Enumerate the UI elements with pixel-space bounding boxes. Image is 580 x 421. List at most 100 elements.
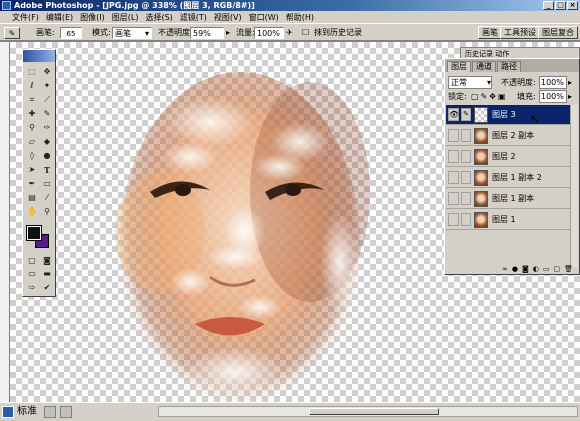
brush-size-value: 65 <box>66 30 76 38</box>
pen-tool-icon[interactable]: ✒ <box>25 178 39 190</box>
mode-select[interactable]: 画笔 ▾ <box>112 27 152 39</box>
brush-tool-icon[interactable]: ✎ <box>40 108 54 120</box>
lasso-tool-icon[interactable]: ℓ <box>25 80 39 92</box>
new-layer-icon[interactable]: ▢ <box>553 264 560 274</box>
dock-tab-layer-comps[interactable]: 图层复合 <box>538 26 578 39</box>
menu-select[interactable]: 选择(S) <box>145 12 172 23</box>
link-icon[interactable]: ∞ <box>502 264 508 274</box>
link-toggle[interactable] <box>461 129 471 142</box>
layer-opacity-input[interactable]: 100% <box>539 76 567 89</box>
notes-tool-icon[interactable]: ▤ <box>25 192 39 204</box>
folder-icon[interactable]: ▭ <box>543 264 550 274</box>
trash-icon[interactable]: 🗑 <box>564 264 573 274</box>
dock-tab-brushes[interactable]: 画笔 <box>478 26 502 39</box>
opacity-arrow-icon[interactable]: ▸ <box>568 76 572 90</box>
menu-help[interactable]: 帮助(H) <box>286 12 314 23</box>
shape-tool-icon[interactable]: ▭ <box>40 178 54 190</box>
layers-footer: ∞ ● ◙ ◐ ▭ ▢ 🗑 <box>445 264 579 274</box>
status-button[interactable] <box>44 406 56 418</box>
path-selection-tool-icon[interactable]: ➤ <box>25 164 39 176</box>
minimize-button[interactable]: _ <box>543 1 554 10</box>
airbrush-icon[interactable]: ✈ <box>286 27 293 39</box>
eyedropper-tool-icon[interactable]: ⁄ <box>40 192 54 204</box>
dodge-tool-icon[interactable]: ● <box>40 150 54 162</box>
screen-mode-icon[interactable]: ▭ <box>25 268 39 280</box>
visibility-toggle[interactable] <box>448 192 459 205</box>
blur-tool-icon[interactable]: ◊ <box>25 150 39 162</box>
adjustment-icon[interactable]: ◐ <box>533 264 539 274</box>
move-tool-icon[interactable]: ✥ <box>40 66 54 78</box>
layer-thumbnail <box>474 128 488 144</box>
menu-image[interactable]: 图像(I) <box>80 12 105 23</box>
layers-scrollbar[interactable] <box>570 105 578 267</box>
menu-view[interactable]: 视图(V) <box>214 12 242 23</box>
maximize-button[interactable]: □ <box>555 1 566 10</box>
history-brush-tool-icon[interactable]: ✎ <box>4 27 20 39</box>
menu-bar: 文件(F) 编辑(E) 图像(I) 图层(L) 选择(S) 滤镜(T) 视图(V… <box>0 11 580 23</box>
menu-filter[interactable]: 滤镜(T) <box>180 12 207 23</box>
standard-mode-icon[interactable]: ▢ <box>25 255 39 267</box>
history-checkbox-label: 抹到历史记录 <box>314 28 362 37</box>
tab-channels[interactable]: 通道 <box>472 61 496 72</box>
layer-row[interactable]: 👁 ✎ 图层 3 <box>446 105 570 125</box>
jump-to-imageready-icon[interactable]: ⇨ <box>25 282 39 294</box>
hand-tool-icon[interactable]: ✋ <box>25 206 39 218</box>
type-tool-icon[interactable]: T <box>40 164 54 176</box>
eye-icon[interactable]: 👁 <box>448 108 459 121</box>
link-toggle[interactable] <box>461 150 471 163</box>
brush-icon[interactable]: ✎ <box>461 108 471 121</box>
brush-picker[interactable]: 65 <box>60 27 82 39</box>
opacity-input[interactable]: 59% <box>190 27 224 39</box>
visibility-toggle[interactable] <box>448 129 459 142</box>
options-bar: ✎ 画笔: 65 模式: 画笔 ▾ 不透明度: 59% ▸ 流量: 100% ✈ … <box>0 23 580 41</box>
menu-layer[interactable]: 图层(L) <box>112 12 139 23</box>
marquee-tool-icon[interactable]: ⬚ <box>25 66 39 78</box>
fx-icon[interactable]: ● <box>512 264 518 274</box>
slice-tool-icon[interactable]: ⟋ <box>40 94 54 106</box>
layer-row[interactable]: 图层 1 <box>446 210 570 230</box>
layer-row[interactable]: 图层 2 副本 <box>446 126 570 146</box>
link-toggle[interactable] <box>461 213 471 226</box>
layer-row[interactable]: 图层 1 副本 2 <box>446 168 570 188</box>
dock-tab-tool-presets[interactable]: 工具预设 <box>500 26 540 39</box>
fill-input[interactable]: 100% <box>539 90 567 103</box>
link-toggle[interactable] <box>461 171 471 184</box>
eraser-tool-icon[interactable]: ▱ <box>25 136 39 148</box>
layer-name: 图层 2 <box>492 152 516 161</box>
lock-icons[interactable]: ▢✎✥▣ <box>471 90 508 104</box>
healing-brush-tool-icon[interactable]: ✚ <box>25 108 39 120</box>
tab-paths[interactable]: 路径 <box>497 61 521 72</box>
mask-icon[interactable]: ◙ <box>522 264 529 274</box>
magic-wand-tool-icon[interactable]: ✦ <box>40 80 54 92</box>
menu-file[interactable]: 文件(F) <box>12 12 39 23</box>
zoom-tool-icon[interactable]: ⚲ <box>40 206 54 218</box>
quick-mask-icon[interactable]: ◙ <box>40 255 54 267</box>
status-button[interactable] <box>60 406 72 418</box>
paint-bucket-tool-icon[interactable]: ◆ <box>40 136 54 148</box>
flow-input[interactable]: 100% <box>254 27 284 39</box>
menu-window[interactable]: 窗口(W) <box>249 12 279 23</box>
menu-edit[interactable]: 编辑(E) <box>46 12 73 23</box>
blend-mode-select[interactable]: 正常 ▾ <box>448 76 492 89</box>
tab-layers[interactable]: 图层 <box>447 61 471 72</box>
clone-stamp-tool-icon[interactable]: ⚲ <box>25 122 39 134</box>
foreground-color-swatch[interactable] <box>26 225 42 241</box>
fullscreen-mode-icon[interactable]: ▬ <box>40 268 54 280</box>
visibility-toggle[interactable] <box>448 213 459 226</box>
layer-row[interactable]: 图层 2 <box>446 147 570 167</box>
close-button[interactable]: × <box>567 1 578 10</box>
crop-tool-icon[interactable]: ⌗ <box>25 94 39 106</box>
fill-arrow-icon[interactable]: ▸ <box>568 90 572 104</box>
history-checkbox[interactable]: ☐ <box>302 27 309 39</box>
history-brush-icon[interactable]: ✑ <box>40 122 54 134</box>
horizontal-scrollbar[interactable] <box>158 406 578 417</box>
layer-thumbnail <box>474 212 488 228</box>
layer-row[interactable]: 图层 1 副本 <box>446 189 570 209</box>
scrollbar-thumb[interactable] <box>309 408 439 415</box>
opacity-slider-arrow-icon[interactable]: ▸ <box>226 27 230 39</box>
visibility-toggle[interactable] <box>448 150 459 163</box>
checkmark-icon[interactable]: ✔ <box>40 282 54 294</box>
document-icon <box>2 406 14 418</box>
link-toggle[interactable] <box>461 192 471 205</box>
visibility-toggle[interactable] <box>448 171 459 184</box>
